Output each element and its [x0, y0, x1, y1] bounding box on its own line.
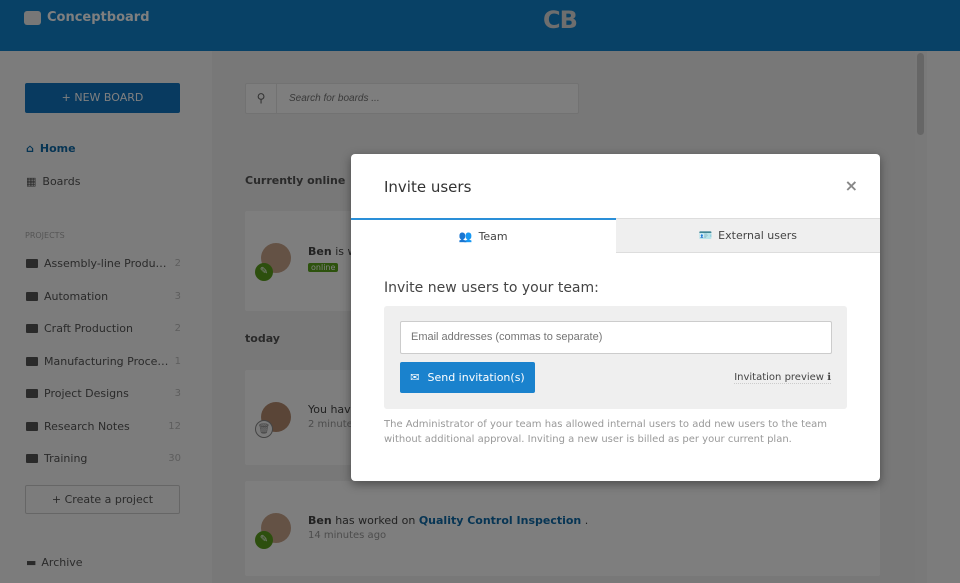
- tab-external-users[interactable]: 🪪 External users: [615, 218, 880, 253]
- envelope-icon: ✉: [410, 371, 420, 384]
- invitation-preview-link[interactable]: Invitation preview ℹ: [734, 372, 831, 384]
- send-label: Send invitation(s): [427, 371, 525, 384]
- preview-label: Invitation preview: [734, 372, 824, 383]
- team-icon: 👥: [458, 230, 473, 243]
- invite-form: ✉ Send invitation(s) Invitation preview ℹ: [384, 306, 847, 409]
- invite-heading: Invite new users to your team:: [384, 280, 599, 296]
- close-icon[interactable]: ×: [845, 176, 858, 195]
- modal-title: Invite users: [384, 178, 472, 196]
- send-invitations-button[interactable]: ✉ Send invitation(s): [400, 362, 535, 393]
- email-field[interactable]: [400, 321, 832, 354]
- modal-tabs: 👥 Team 🪪 External users: [351, 218, 880, 253]
- tab-label: External users: [718, 229, 798, 242]
- tab-team[interactable]: 👥 Team: [351, 218, 616, 253]
- tab-label: Team: [478, 230, 508, 243]
- info-icon: ℹ: [827, 372, 831, 383]
- billing-note: The Administrator of your team has allow…: [384, 419, 828, 445]
- invite-users-modal: Invite users × 👥 Team 🪪 External users Inv…: [351, 154, 880, 481]
- id-card-icon: 🪪: [698, 229, 713, 242]
